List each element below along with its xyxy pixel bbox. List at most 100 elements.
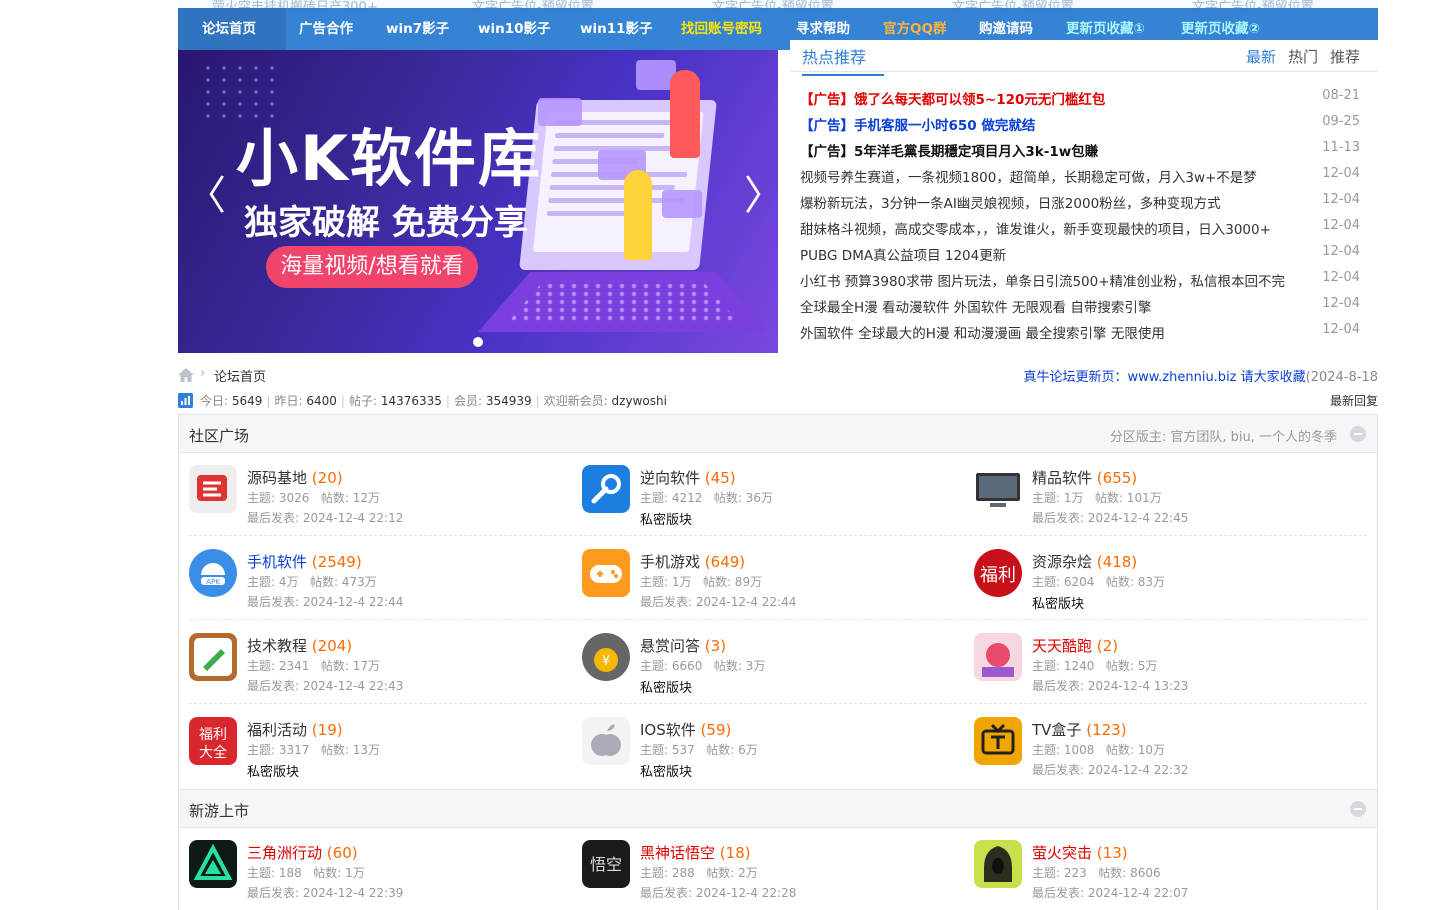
nav-item-win11[interactable]: win11影子	[580, 17, 653, 37]
forum-name-text[interactable]: 三角洲行动	[247, 844, 322, 862]
forum-last-post[interactable]: 最后发表: 2024-12-4 22:07	[1032, 884, 1188, 901]
hot-item-title[interactable]: 【广告】手机客服一小时650 做完就结	[800, 114, 1035, 134]
forum-board[interactable]: 三角洲行动 (60) 主题: 188 帖数: 1万 最后发表: 2024-12-4 …	[189, 840, 569, 910]
money-bag-icon[interactable]: ¥	[582, 633, 630, 681]
forum-name-text[interactable]: 萤火突击	[1032, 844, 1092, 862]
forum-last-post[interactable]: 最后发表: 2024-12-4 22:39	[247, 884, 403, 901]
forum-name[interactable]: TV盒子 (123)	[1032, 719, 1127, 740]
promo-carousel[interactable]: 小K软件库 独家破解 免费分享 海量视频/想看就看 〈 〉	[178, 50, 778, 353]
forum-name-text[interactable]: 福利活动	[247, 721, 307, 739]
hot-list-item[interactable]: 甜妹格斗视频，高成交零成本，，谁发谁火，新手变现最快的项目，日入3000+ 12-…	[800, 218, 1360, 238]
forum-name-text[interactable]: 资源杂烩	[1032, 553, 1092, 571]
section-title[interactable]: 新游上市	[189, 800, 249, 821]
carousel-prev-icon[interactable]: 〈	[186, 176, 226, 216]
forum-name[interactable]: 手机软件 (2549)	[247, 551, 362, 572]
hot-list-item[interactable]: 外国软件 全球最大的H漫 和动漫漫画 最全搜索引擎 无限使用 12-04	[800, 322, 1360, 342]
forum-name[interactable]: 源码基地 (20)	[247, 467, 343, 488]
section-title[interactable]: 社区广场	[189, 425, 249, 446]
fuli-seal-icon[interactable]: 福利	[974, 549, 1022, 597]
monitor-icon[interactable]	[974, 465, 1022, 513]
forum-name-text[interactable]: 手机软件	[247, 553, 307, 571]
source-code-icon[interactable]	[189, 465, 237, 513]
tab-hot-recommend[interactable]: 热点推荐	[802, 44, 884, 76]
nav-item-bookmark-2[interactable]: 更新页收藏②	[1181, 17, 1260, 37]
hot-item-title[interactable]: 全球最全H漫 看动漫软件 外国软件 无限观看 自带搜索引擎	[800, 296, 1151, 316]
hot-item-title[interactable]: 【广告】5年洋毛黨長期穩定項目月入3k-1w包賺	[800, 140, 1098, 160]
hot-list-item[interactable]: 全球最全H漫 看动漫软件 外国软件 无限观看 自带搜索引擎 12-04	[800, 296, 1360, 316]
forum-board[interactable]: 天天酷跑 (2) 主题: 1240 帖数: 5万 最后发表: 2024-12-4 1…	[974, 633, 1354, 703]
forum-name-text[interactable]: TV盒子	[1032, 721, 1081, 739]
hot-item-title[interactable]: 小红书 预算3980求带 图片玩法，单条日引流500+精准创业粉，私信根本回不完	[800, 270, 1285, 290]
forum-name-text[interactable]: 悬赏问答	[640, 637, 700, 655]
nav-item-win10[interactable]: win10影子	[478, 17, 551, 37]
delta-force-icon[interactable]	[189, 840, 237, 888]
hot-list-item[interactable]: 【广告】手机客服一小时650 做完就结 09-25	[800, 114, 1360, 134]
forum-last-post[interactable]: 最后发表: 2024-12-4 22:43	[247, 677, 403, 694]
nav-item-bookmark-1[interactable]: 更新页收藏①	[1066, 17, 1145, 37]
hot-item-title[interactable]: 【广告】饿了么每天都可以领5~120元无门槛红包	[800, 88, 1105, 108]
wukong-icon[interactable]: 悟空	[582, 840, 630, 888]
hot-item-title[interactable]: PUBG DMA真公益项目 1204更新	[800, 244, 1006, 264]
hot-item-title[interactable]: 甜妹格斗视频，高成交零成本，，谁发谁火，新手变现最快的项目，日入3000+	[800, 218, 1271, 238]
nav-item-help[interactable]: 寻求帮助	[796, 17, 850, 37]
forum-last-post[interactable]: 最后发表: 2024-12-4 22:32	[1032, 761, 1188, 778]
collapse-icon[interactable]	[1350, 426, 1366, 442]
android-apk-icon[interactable]: APK	[189, 549, 237, 597]
tab-popular[interactable]: 热门	[1288, 46, 1318, 67]
forum-board[interactable]: APK 手机软件 (2549) 主题: 4万 帖数: 473万 最后发表: 2024-…	[189, 549, 569, 619]
hot-item-title[interactable]: 外国软件 全球最大的H漫 和动漫漫画 最全搜索引擎 无限使用	[800, 322, 1165, 342]
forum-board[interactable]: 福利 资源杂烩 (418) 主题: 6204 帖数: 83万 私密版块	[974, 549, 1354, 619]
hot-list-item[interactable]: 【广告】5年洋毛黨長期穩定項目月入3k-1w包賺 11-13	[800, 140, 1360, 160]
hot-list-item[interactable]: 爆粉新玩法，3分钟一条AI幽灵娘视频，日涨2000粉丝，多种变现方式 12-04	[800, 192, 1360, 212]
forum-name-text[interactable]: 天天酷跑	[1032, 637, 1092, 655]
forum-board[interactable]: 逆向软件 (45) 主题: 4212 帖数: 36万 私密版块	[582, 465, 962, 535]
forum-board[interactable]: 源码基地 (20) 主题: 3026 帖数: 12万 最后发表: 2024-12-4…	[189, 465, 569, 535]
forum-name[interactable]: 资源杂烩 (418)	[1032, 551, 1137, 572]
hot-item-title[interactable]: 视频号养生赛道，一条视频1800，超简单，长期稳定可做，月入3w+不是梦	[800, 166, 1257, 186]
forum-last-post[interactable]: 最后发表: 2024-12-4 22:12	[247, 509, 403, 526]
nav-item-recover-account[interactable]: 找回账号密码	[681, 17, 762, 37]
forum-name[interactable]: 悬赏问答 (3)	[640, 635, 726, 656]
gamepad-icon[interactable]	[582, 549, 630, 597]
forum-name[interactable]: 技术教程 (204)	[247, 635, 352, 656]
forum-name[interactable]: 福利活动 (19)	[247, 719, 343, 740]
forum-name-text[interactable]: IOS软件	[640, 721, 696, 739]
banner-pill[interactable]: 海量视频/想看就看	[266, 246, 478, 288]
forum-name[interactable]: 三角洲行动 (60)	[247, 842, 358, 863]
forum-last-post[interactable]: 最后发表: 2024-12-4 22:44	[247, 593, 403, 610]
collapse-icon[interactable]	[1350, 801, 1366, 817]
update-notice-text[interactable]: 真牛论坛更新页：www.zhenniu.biz 请大家收藏	[1023, 370, 1305, 385]
nav-item-win7[interactable]: win7影子	[386, 17, 449, 37]
carousel-indicator[interactable]	[473, 337, 483, 347]
update-notice[interactable]: 真牛论坛更新页：www.zhenniu.biz 请大家收藏(2024-8-18	[1023, 366, 1378, 385]
forum-name-text[interactable]: 手机游戏	[640, 553, 700, 571]
tab-recommend[interactable]: 推荐	[1330, 46, 1360, 67]
game-character-icon[interactable]	[974, 633, 1022, 681]
nav-item-home[interactable]: 论坛首页	[202, 17, 256, 37]
forum-board[interactable]: 精品软件 (655) 主题: 1万 帖数: 101万 最后发表: 2024-12-4…	[974, 465, 1354, 535]
hot-list-item[interactable]: PUBG DMA真公益项目 1204更新 12-04	[800, 244, 1360, 264]
forum-name[interactable]: 萤火突击 (13)	[1032, 842, 1128, 863]
newest-member-link[interactable]: dzywoshi	[612, 394, 667, 408]
forum-name[interactable]: IOS软件 (59)	[640, 719, 731, 740]
apple-icon[interactable]	[582, 717, 630, 765]
nav-item-qq-group[interactable]: 官方QQ群	[883, 17, 946, 37]
forum-name-text[interactable]: 黑神话悟空	[640, 844, 715, 862]
hot-list-item[interactable]: 【广告】饿了么每天都可以领5~120元无门槛红包 08-21	[800, 88, 1360, 108]
forum-name-text[interactable]: 源码基地	[247, 469, 307, 487]
forum-board[interactable]: 技术教程 (204) 主题: 2341 帖数: 17万 最后发表: 2024-12-…	[189, 633, 569, 703]
home-icon[interactable]	[178, 368, 194, 382]
firefly-soldier-icon[interactable]	[974, 840, 1022, 888]
forum-board[interactable]: 萤火突击 (13) 主题: 223 帖数: 8606 最后发表: 2024-12-4…	[974, 840, 1354, 910]
forum-board[interactable]: 福利 大全 福利活动 (19) 主题: 3317 帖数: 13万 私密版块	[189, 717, 569, 787]
hot-list-item[interactable]: 小红书 预算3980求带 图片玩法，单条日引流500+精准创业粉，私信根本回不完…	[800, 270, 1360, 290]
forum-last-post[interactable]: 最后发表: 2024-12-4 22:28	[640, 884, 796, 901]
fuli-daquan-icon[interactable]: 福利 大全	[189, 717, 237, 765]
forum-board[interactable]: IOS软件 (59) 主题: 537 帖数: 6万 私密版块	[582, 717, 962, 787]
forum-board[interactable]: 手机游戏 (649) 主题: 1万 帖数: 89万 最后发表: 2024-12-4 …	[582, 549, 962, 619]
forum-board[interactable]: TV盒子 (123) 主题: 1008 帖数: 10万 最后发表: 2024-12-…	[974, 717, 1354, 787]
latest-reply-link[interactable]: 最新回复	[1330, 392, 1378, 409]
hot-list-item[interactable]: 视频号养生赛道，一条视频1800，超简单，长期稳定可做，月入3w+不是梦 12-0…	[800, 166, 1360, 186]
notepad-pencil-icon[interactable]	[189, 633, 237, 681]
carousel-next-icon[interactable]: 〉	[744, 176, 778, 216]
